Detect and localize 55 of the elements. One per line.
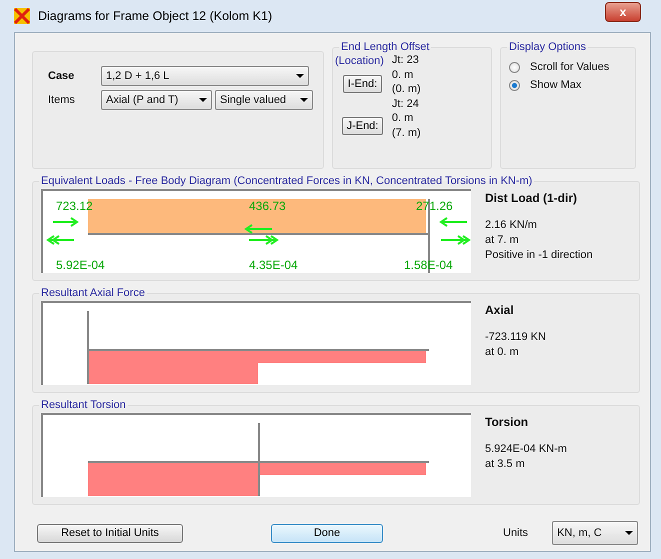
- group-title: End Length Offset: [340, 41, 430, 53]
- info-text: 2.16 KN/m: [485, 218, 538, 233]
- joint-label: Jt: 24: [392, 96, 420, 111]
- units-dropdown[interactable]: KN, m, C: [552, 521, 638, 545]
- caret-icon: [296, 74, 304, 78]
- mode-dropdown[interactable]: Single valued: [215, 90, 313, 110]
- torsion-arrow: [248, 235, 279, 245]
- info-heading: Axial: [485, 303, 515, 318]
- component-dropdown[interactable]: Axial (P and T): [101, 90, 212, 110]
- force-value: 436.73: [249, 199, 286, 213]
- info-heading: Dist Load (1-dir): [485, 191, 578, 206]
- info-text: Positive in -1 direction: [485, 248, 593, 263]
- joint-label: Jt: 23: [392, 53, 420, 68]
- radio-button[interactable]: [509, 80, 520, 90]
- done-button[interactable]: Done: [271, 524, 383, 542]
- reset-units-button[interactable]: Reset to Initial Units: [37, 524, 183, 542]
- app-icon: [14, 8, 30, 24]
- group-title: Resultant Axial Force: [40, 287, 146, 299]
- end-button[interactable]: J-End:: [342, 117, 384, 135]
- offset-value: 0. m: [392, 68, 414, 82]
- caret-icon: [199, 98, 207, 102]
- info-text: at 7. m: [485, 233, 520, 248]
- case-label: Case: [48, 70, 76, 82]
- radio-label[interactable]: Scroll for Values: [530, 61, 610, 73]
- location-value: (0. m): [392, 82, 421, 96]
- caret-icon: [300, 98, 308, 102]
- force-value: 271.26: [416, 199, 453, 213]
- group-title: Resultant Torsion: [40, 399, 127, 411]
- radio-button[interactable]: [509, 62, 520, 72]
- radio-label[interactable]: Show Max: [530, 79, 582, 91]
- info-text: -723.119 KN: [485, 330, 546, 345]
- items-label: Items: [48, 94, 76, 106]
- force-arrow: [439, 217, 468, 227]
- force-arrow: [52, 217, 79, 227]
- info-text: 5.924E-04 KN-m: [485, 442, 567, 457]
- case-dropdown[interactable]: 1,2 D + 1,6 L: [101, 66, 309, 86]
- torsion-arrow: [440, 235, 471, 245]
- info-text: at 0. m: [485, 345, 520, 360]
- group-title: Display Options: [508, 41, 588, 53]
- torsion-value: 4.35E-04: [249, 258, 298, 272]
- location-value: (7. m): [392, 126, 421, 140]
- caret-icon: [625, 531, 634, 535]
- force-arrow: [244, 224, 273, 234]
- force-value: 723.12: [56, 199, 93, 213]
- info-text: at 3.5 m: [485, 457, 526, 472]
- window-title: Diagrams for Frame Object 12 (Kolom K1): [38, 9, 272, 23]
- group-subtitle: (Location): [335, 55, 384, 67]
- info-heading: Torsion: [485, 415, 530, 430]
- units-label: Units: [503, 527, 528, 539]
- torsion-value: 1.58E-04: [404, 258, 453, 272]
- group-title: Equivalent Loads - Free Body Diagram (Concentrated Forces in KN, Concentrated Torsions in KN-m): [40, 175, 534, 187]
- end-button[interactable]: I-End:: [342, 75, 382, 93]
- torsion-arrow: [46, 235, 75, 245]
- torsion-value: 5.92E-04: [56, 258, 105, 272]
- offset-value: 0. m: [392, 111, 414, 126]
